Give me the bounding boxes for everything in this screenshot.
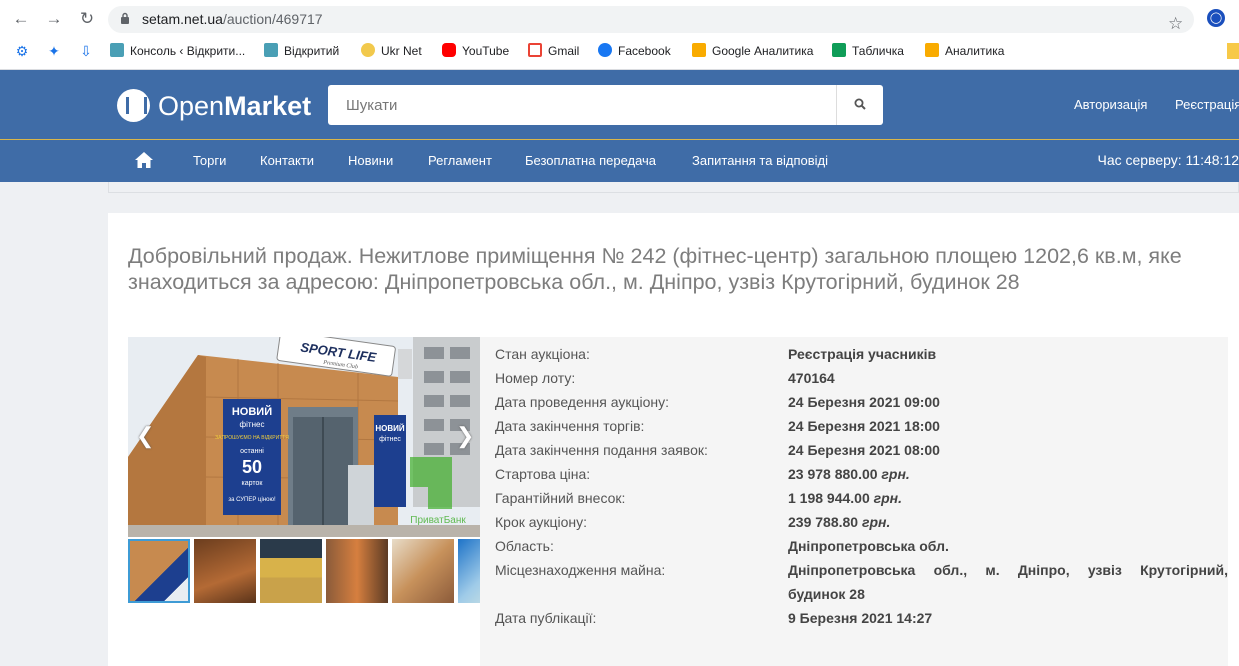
reload-icon[interactable]: ↻: [76, 8, 98, 30]
location-value: Дніпропетровська обл., м. Дніпро, узвіз …: [788, 562, 1228, 578]
main-nav: Торги Контакти Новини Регламент Безоплат…: [0, 140, 1239, 182]
extensions-puzzle-icon[interactable]: ✦: [46, 43, 62, 59]
back-icon[interactable]: ←: [10, 8, 32, 30]
svg-text:НОВИЙ: НОВИЙ: [232, 405, 272, 418]
nav-torgy[interactable]: Торги: [193, 153, 226, 168]
facebook-icon: [598, 43, 612, 57]
trading-end-value: 24 Березня 2021 18:00: [788, 418, 940, 434]
home-icon[interactable]: [134, 151, 154, 169]
field-label: Дата закінчення подання заявок:: [495, 442, 708, 458]
field-label: Крок аукціону:: [495, 514, 588, 530]
bookmark-ukrnet[interactable]: Ukr Net: [361, 42, 422, 60]
field-label: Дата закінчення торгів:: [495, 418, 645, 434]
auction-title: Добровільний продаж. Нежитлове приміщенн…: [128, 244, 1182, 294]
bookmark-gmail[interactable]: Gmail: [528, 42, 579, 60]
nav-news[interactable]: Новини: [348, 153, 393, 168]
forward-icon[interactable]: →: [43, 8, 65, 30]
breadcrumb-strip: [108, 182, 1239, 193]
next-photo-arrow[interactable]: ❯: [456, 423, 474, 449]
profile-globe-icon[interactable]: ◯: [1207, 9, 1225, 27]
field-label: Стартова ціна:: [495, 466, 591, 482]
prev-photo-arrow[interactable]: ❮: [136, 423, 154, 449]
bookmark-facebook[interactable]: Facebook: [598, 42, 671, 60]
server-time: Час серверу: 11:48:12: [1097, 152, 1239, 168]
svg-text:за СУПЕР ціною!: за СУПЕР ціною!: [228, 497, 276, 503]
search-icon: [854, 98, 866, 110]
nav-contacts[interactable]: Контакти: [260, 153, 314, 168]
thumbnail[interactable]: [194, 539, 256, 603]
auction-status-value: Реєстрація учасників: [788, 346, 937, 362]
svg-text:НОВИЙ: НОВИЙ: [375, 424, 405, 433]
settings-gear-icon[interactable]: ⚙: [14, 43, 30, 59]
photo-thumbnails: [128, 539, 480, 603]
svg-text:ПриватБанк: ПриватБанк: [410, 515, 466, 526]
svg-text:ЗАПРОШУЄМО НА ВІДКРИТТЯ: ЗАПРОШУЄМО НА ВІДКРИТТЯ: [215, 435, 289, 441]
folder-icon[interactable]: [1227, 43, 1239, 59]
bookmark-vidkrytyi[interactable]: Відкритий: [264, 42, 339, 60]
youtube-icon: [442, 43, 456, 57]
bookmark-console[interactable]: Консоль ‹ Відкрити...: [110, 42, 245, 60]
openmarket-logo[interactable]: OpenMarket: [117, 89, 311, 123]
lot-number-value: 470164: [788, 370, 835, 386]
sheets-icon: [832, 43, 846, 57]
publication-date-value: 9 Березня 2021 14:27: [788, 610, 933, 626]
search-box: [328, 85, 883, 125]
bookmark-fish-icon: [264, 43, 278, 57]
browser-chrome: ← → ↻ setam.net.ua/auction/469717 ☆ ◯ ⚙ …: [0, 0, 1239, 70]
auction-details: Стан аукціона: Реєстрація учасників Номе…: [480, 337, 1228, 666]
analytics-icon: [925, 43, 939, 57]
field-label: Гарантійний внесок:: [495, 490, 626, 506]
field-label: Дата публікації:: [495, 610, 597, 626]
analytics-icon: [692, 43, 706, 57]
browser-toolbar: ← → ↻ setam.net.ua/auction/469717 ☆ ◯: [0, 0, 1239, 38]
thumbnail[interactable]: [326, 539, 388, 603]
search-button[interactable]: [836, 85, 883, 125]
search-input[interactable]: [328, 85, 836, 125]
auction-date-value: 24 Березня 2021 09:00: [788, 394, 940, 410]
svg-text:карток: карток: [242, 480, 264, 487]
login-link[interactable]: Авторизація: [1074, 97, 1147, 112]
bookmark-youtube[interactable]: YouTube: [442, 42, 509, 60]
region-value: Дніпропетровська обл.: [788, 538, 949, 554]
auction-step-value: 239 788.80 грн.: [788, 514, 891, 530]
bookmark-star-icon[interactable]: ☆: [1168, 14, 1183, 34]
download-icon[interactable]: ⇩: [78, 43, 94, 59]
start-price-value: 23 978 880.00 грн.: [788, 466, 910, 482]
svg-text:фітнес: фітнес: [240, 420, 265, 429]
site-header: OpenMarket Авторизація Реєстрація: [0, 70, 1239, 139]
logo-mark-icon: [117, 89, 150, 122]
guarantee-value: 1 198 944.00 грн.: [788, 490, 903, 506]
field-label: Стан аукціона:: [495, 346, 590, 362]
auction-card: Добровільний продаж. Нежитлове приміщенн…: [108, 213, 1239, 666]
field-label: Дата проведення аукціону:: [495, 394, 669, 410]
thumbnail[interactable]: [260, 539, 322, 603]
location-value-line2: будинок 28: [788, 586, 865, 602]
lock-icon: [121, 12, 129, 24]
main-photo[interactable]: НОВИЙ фітнес ЗАПРОШУЄМО НА ВІДКРИТТЯ ост…: [128, 337, 480, 537]
url-text: setam.net.ua/auction/469717: [142, 11, 323, 27]
bookmark-fish-icon: [110, 43, 124, 57]
field-label: Область:: [495, 538, 554, 554]
bookmark-google-analytics[interactable]: Google Аналитика: [692, 42, 813, 60]
svg-text:фітнес: фітнес: [379, 435, 401, 443]
bookmark-tablychka[interactable]: Табличка: [832, 42, 904, 60]
ukrnet-icon: [361, 43, 375, 57]
nav-faq[interactable]: Запитання та відповіді: [692, 153, 828, 168]
thumbnail[interactable]: [458, 539, 480, 603]
bookmark-analytics[interactable]: Аналитика: [925, 42, 1004, 60]
nav-regulations[interactable]: Регламент: [428, 153, 492, 168]
svg-text:50: 50: [242, 457, 262, 477]
nav-free-transfer[interactable]: Безоплатна передача: [525, 153, 656, 168]
bookmarks-bar: ⚙ ✦ ⇩ Консоль ‹ Відкрити... Відкритий Uk…: [0, 38, 1239, 64]
gmail-icon: [528, 43, 542, 57]
address-bar[interactable]: setam.net.ua/auction/469717 ☆: [108, 6, 1194, 33]
field-label: Номер лоту:: [495, 370, 576, 386]
thumbnail[interactable]: [128, 539, 190, 603]
register-link[interactable]: Реєстрація: [1175, 97, 1239, 112]
application-end-value: 24 Березня 2021 08:00: [788, 442, 940, 458]
building-photo: НОВИЙ фітнес ЗАПРОШУЄМО НА ВІДКРИТТЯ ост…: [128, 337, 480, 537]
svg-text:останні: останні: [240, 447, 264, 455]
thumbnail[interactable]: [392, 539, 454, 603]
field-label: Місцезнаходження майна:: [495, 562, 666, 578]
